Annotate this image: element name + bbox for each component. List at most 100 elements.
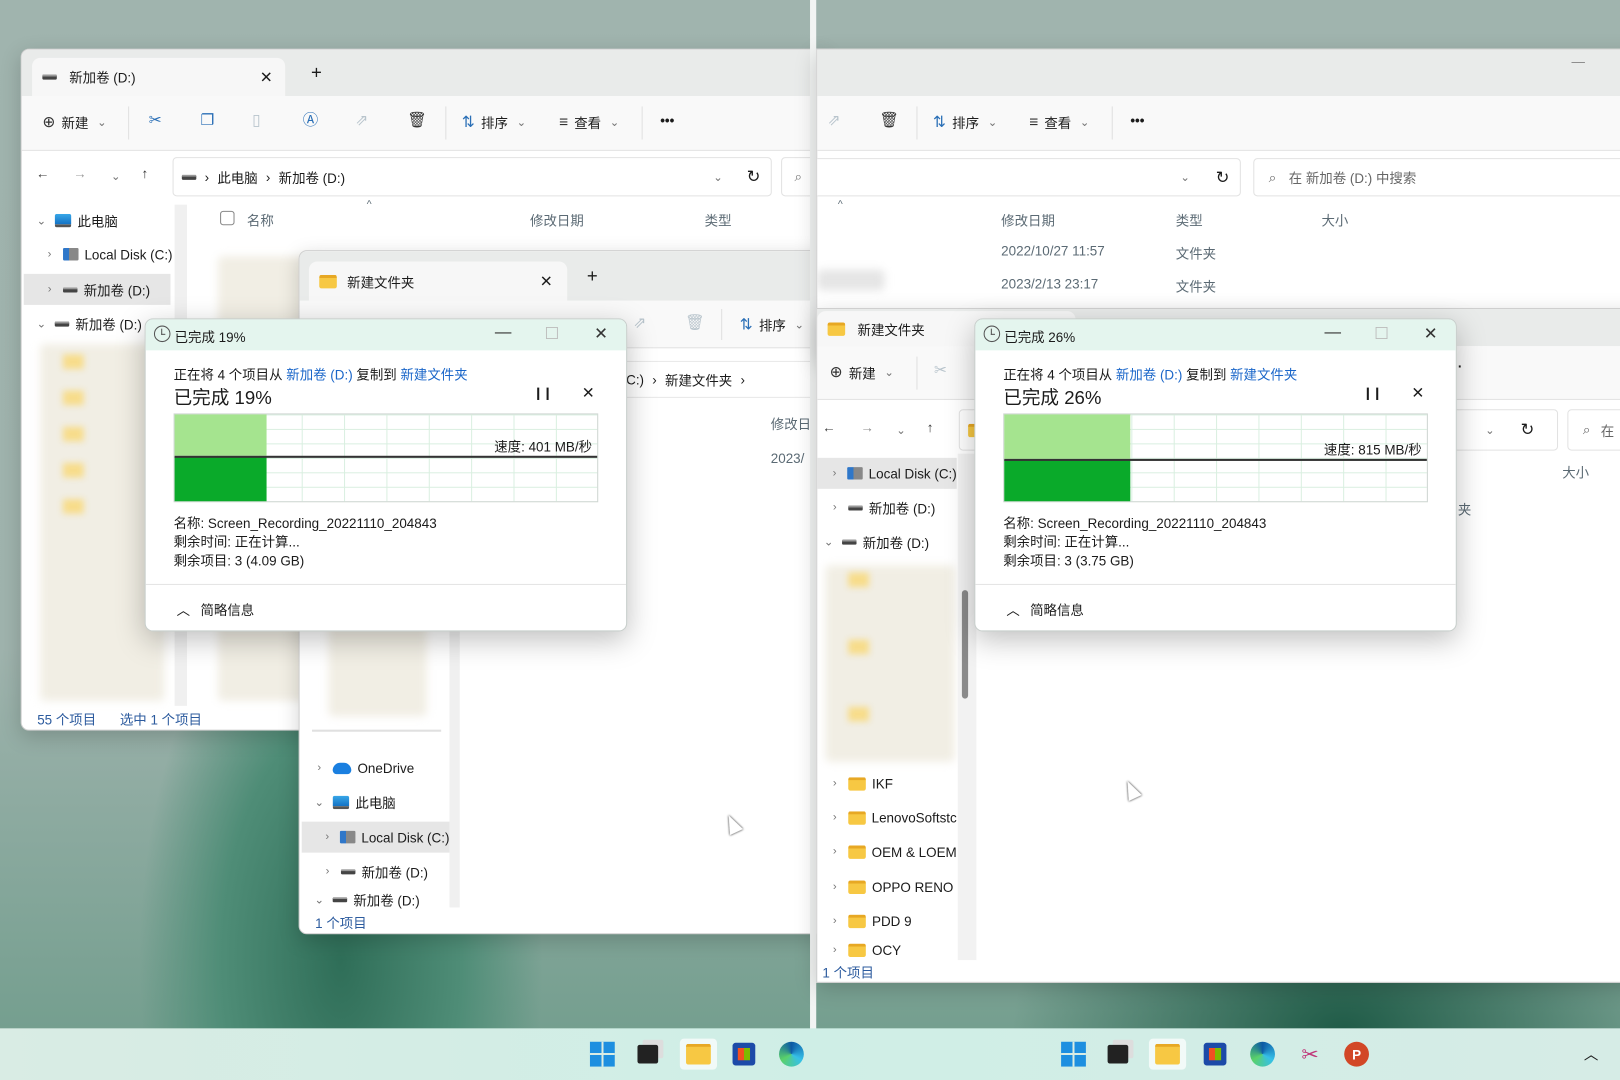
cut-icon[interactable]: ✂: [934, 363, 947, 379]
source-link[interactable]: 新加卷 (D:): [1116, 367, 1182, 383]
nav-this-pc[interactable]: ⌄ 此电脑: [26, 205, 118, 236]
file-explorer-taskbar-button[interactable]: [679, 1038, 718, 1070]
nav-drive-d-expanded[interactable]: ⌄ 新加卷 (D:): [817, 526, 929, 557]
minimize-button[interactable]: —: [1571, 54, 1584, 70]
new-tab-button[interactable]: +: [311, 62, 322, 84]
nav-drive-d[interactable]: › 新加卷 (D:): [312, 856, 428, 887]
search-box[interactable]: ⌕ 在: [1567, 409, 1620, 451]
task-view-button[interactable]: [632, 1039, 663, 1070]
pause-button[interactable]: ❙❙: [1363, 385, 1383, 399]
edge-button[interactable]: [776, 1039, 807, 1070]
address-bar[interactable]: C:) › 新建文件夹 ›: [609, 360, 835, 398]
up-icon[interactable]: ↑: [142, 166, 149, 179]
column-type[interactable]: 类型: [705, 210, 732, 230]
new-tab-button[interactable]: +: [587, 266, 598, 288]
maximize-button[interactable]: ☐: [1374, 323, 1389, 344]
maximize-button[interactable]: ☐: [544, 323, 559, 344]
up-icon[interactable]: ↑: [927, 421, 934, 434]
sort-button[interactable]: ⇅ 排序 ⌄: [933, 113, 1000, 133]
start-button[interactable]: [587, 1039, 618, 1070]
nav-folder-pdd[interactable]: › PDD 9: [817, 905, 912, 936]
nav-folder-ikf[interactable]: › IKF: [817, 768, 893, 799]
edge-button[interactable]: [1247, 1039, 1278, 1070]
view-button[interactable]: ≡ 查看 ⌄: [1029, 113, 1092, 133]
nav-drive-d[interactable]: › 新加卷 (D:): [23, 273, 171, 305]
sort-button[interactable]: ⇅ 排序 ⌄: [462, 113, 529, 133]
nav-drive-d-expanded[interactable]: ⌄ 新加卷 (D:): [26, 308, 142, 339]
share-icon[interactable]: ⇗: [355, 113, 368, 129]
forward-icon[interactable]: →: [861, 421, 874, 434]
new-button[interactable]: ⊕ 新建 ⌄: [42, 113, 109, 133]
address-dropdown-icon[interactable]: ⌄: [711, 170, 725, 183]
column-name[interactable]: 名称: [247, 210, 274, 230]
forward-icon[interactable]: →: [73, 166, 86, 179]
refresh-icon[interactable]: ↻: [1520, 420, 1534, 441]
column-size[interactable]: 大小: [1562, 462, 1589, 482]
close-tab-icon[interactable]: ✕: [540, 272, 553, 291]
nav-local-disk-c[interactable]: › Local Disk (C:): [34, 239, 173, 270]
snipping-tool-button[interactable]: ✂: [1295, 1039, 1326, 1070]
nav-scrollbar-thumb[interactable]: [961, 590, 969, 699]
share-icon[interactable]: ⇗: [828, 113, 841, 129]
nav-local-disk-c[interactable]: › Local Disk (C:): [817, 457, 957, 489]
close-button[interactable]: ✕: [594, 323, 608, 344]
paste-icon[interactable]: ▯: [252, 113, 261, 129]
column-date-modified[interactable]: 修改日期: [1001, 210, 1055, 230]
store-button[interactable]: [728, 1039, 759, 1070]
nav-folder-oppo[interactable]: › OPPO RENO: [817, 871, 953, 902]
destination-link[interactable]: 新建文件夹: [1230, 367, 1297, 383]
store-button[interactable]: [1200, 1039, 1231, 1070]
recent-locations-icon[interactable]: ⌄: [894, 424, 908, 437]
nav-drive-d[interactable]: › 新加卷 (D:): [817, 492, 935, 523]
nav-folder-ocy[interactable]: › OCY: [817, 939, 901, 960]
close-button[interactable]: ✕: [1424, 323, 1438, 344]
more-options-button[interactable]: •••: [1130, 113, 1144, 129]
column-type[interactable]: 类型: [1176, 210, 1203, 230]
minimize-button[interactable]: —: [1325, 323, 1342, 342]
sort-button[interactable]: ⇅ 排序 ⌄: [740, 315, 807, 335]
new-button[interactable]: ⊕ 新建 ⌄: [830, 363, 897, 383]
nav-local-disk-c[interactable]: › Local Disk (C:): [301, 821, 450, 853]
minimize-button[interactable]: —: [495, 323, 512, 342]
breadcrumb-this-pc[interactable]: 此电脑: [217, 167, 257, 187]
more-options-button[interactable]: ·: [1458, 359, 1462, 375]
tab-new-folder[interactable]: 新建文件夹 ✕: [308, 261, 568, 301]
breadcrumb-drive-d[interactable]: 新加卷 (D:): [279, 167, 345, 187]
recent-locations-icon[interactable]: ⌄: [108, 169, 122, 183]
select-all-checkbox[interactable]: [220, 210, 235, 226]
address-bar[interactable]: › 此电脑 › 新加卷 (D:) ⌄ ↻: [172, 157, 772, 197]
view-button[interactable]: ≡ 查看 ⌄: [559, 113, 622, 133]
delete-icon[interactable]: 🗑: [407, 113, 427, 129]
pause-button[interactable]: ❙❙: [533, 385, 553, 399]
task-view-button[interactable]: [1102, 1039, 1133, 1070]
close-tab-icon[interactable]: ✕: [260, 68, 273, 87]
powerpoint-button[interactable]: P: [1341, 1039, 1372, 1070]
address-dropdown-icon[interactable]: ⌄: [1483, 423, 1497, 436]
breadcrumb-drive-c[interactable]: C:): [626, 372, 644, 388]
cancel-copy-button[interactable]: ✕: [582, 383, 595, 402]
start-button[interactable]: [1058, 1039, 1089, 1070]
show-hidden-icons-button[interactable]: ︿: [1576, 1039, 1607, 1070]
column-date-modified[interactable]: 修改日期: [530, 210, 584, 230]
column-date-modified[interactable]: 修改日: [771, 413, 811, 433]
nav-folder-lenovo[interactable]: › LenovoSoftstc: [817, 802, 957, 833]
nav-folder-oem[interactable]: › OEM & LOEM: [817, 836, 957, 867]
destination-link[interactable]: 新建文件夹: [400, 367, 467, 383]
back-icon[interactable]: ←: [822, 421, 835, 434]
rename-icon[interactable]: Ⓐ: [303, 113, 319, 129]
cancel-copy-button[interactable]: ✕: [1411, 383, 1424, 402]
copy-icon[interactable]: ❐: [200, 113, 214, 129]
tab-drive-d[interactable]: 新加卷 (D:) ✕: [32, 57, 286, 97]
less-details-button[interactable]: ︿ 简略信息: [1006, 599, 1084, 619]
cut-icon[interactable]: ✂: [149, 113, 162, 129]
less-details-button[interactable]: ︿ 简略信息: [177, 599, 255, 619]
column-size[interactable]: 大小: [1321, 210, 1348, 230]
refresh-icon[interactable]: ↻: [1216, 167, 1230, 188]
breadcrumb-new-folder[interactable]: 新建文件夹: [665, 369, 732, 389]
refresh-icon[interactable]: ↻: [747, 166, 761, 187]
back-icon[interactable]: ←: [36, 166, 49, 179]
source-link[interactable]: 新加卷 (D:): [286, 367, 352, 383]
address-dropdown-icon[interactable]: ⌄: [1178, 171, 1192, 184]
delete-icon[interactable]: 🗑: [879, 113, 899, 129]
share-icon[interactable]: ⇗: [633, 315, 646, 331]
